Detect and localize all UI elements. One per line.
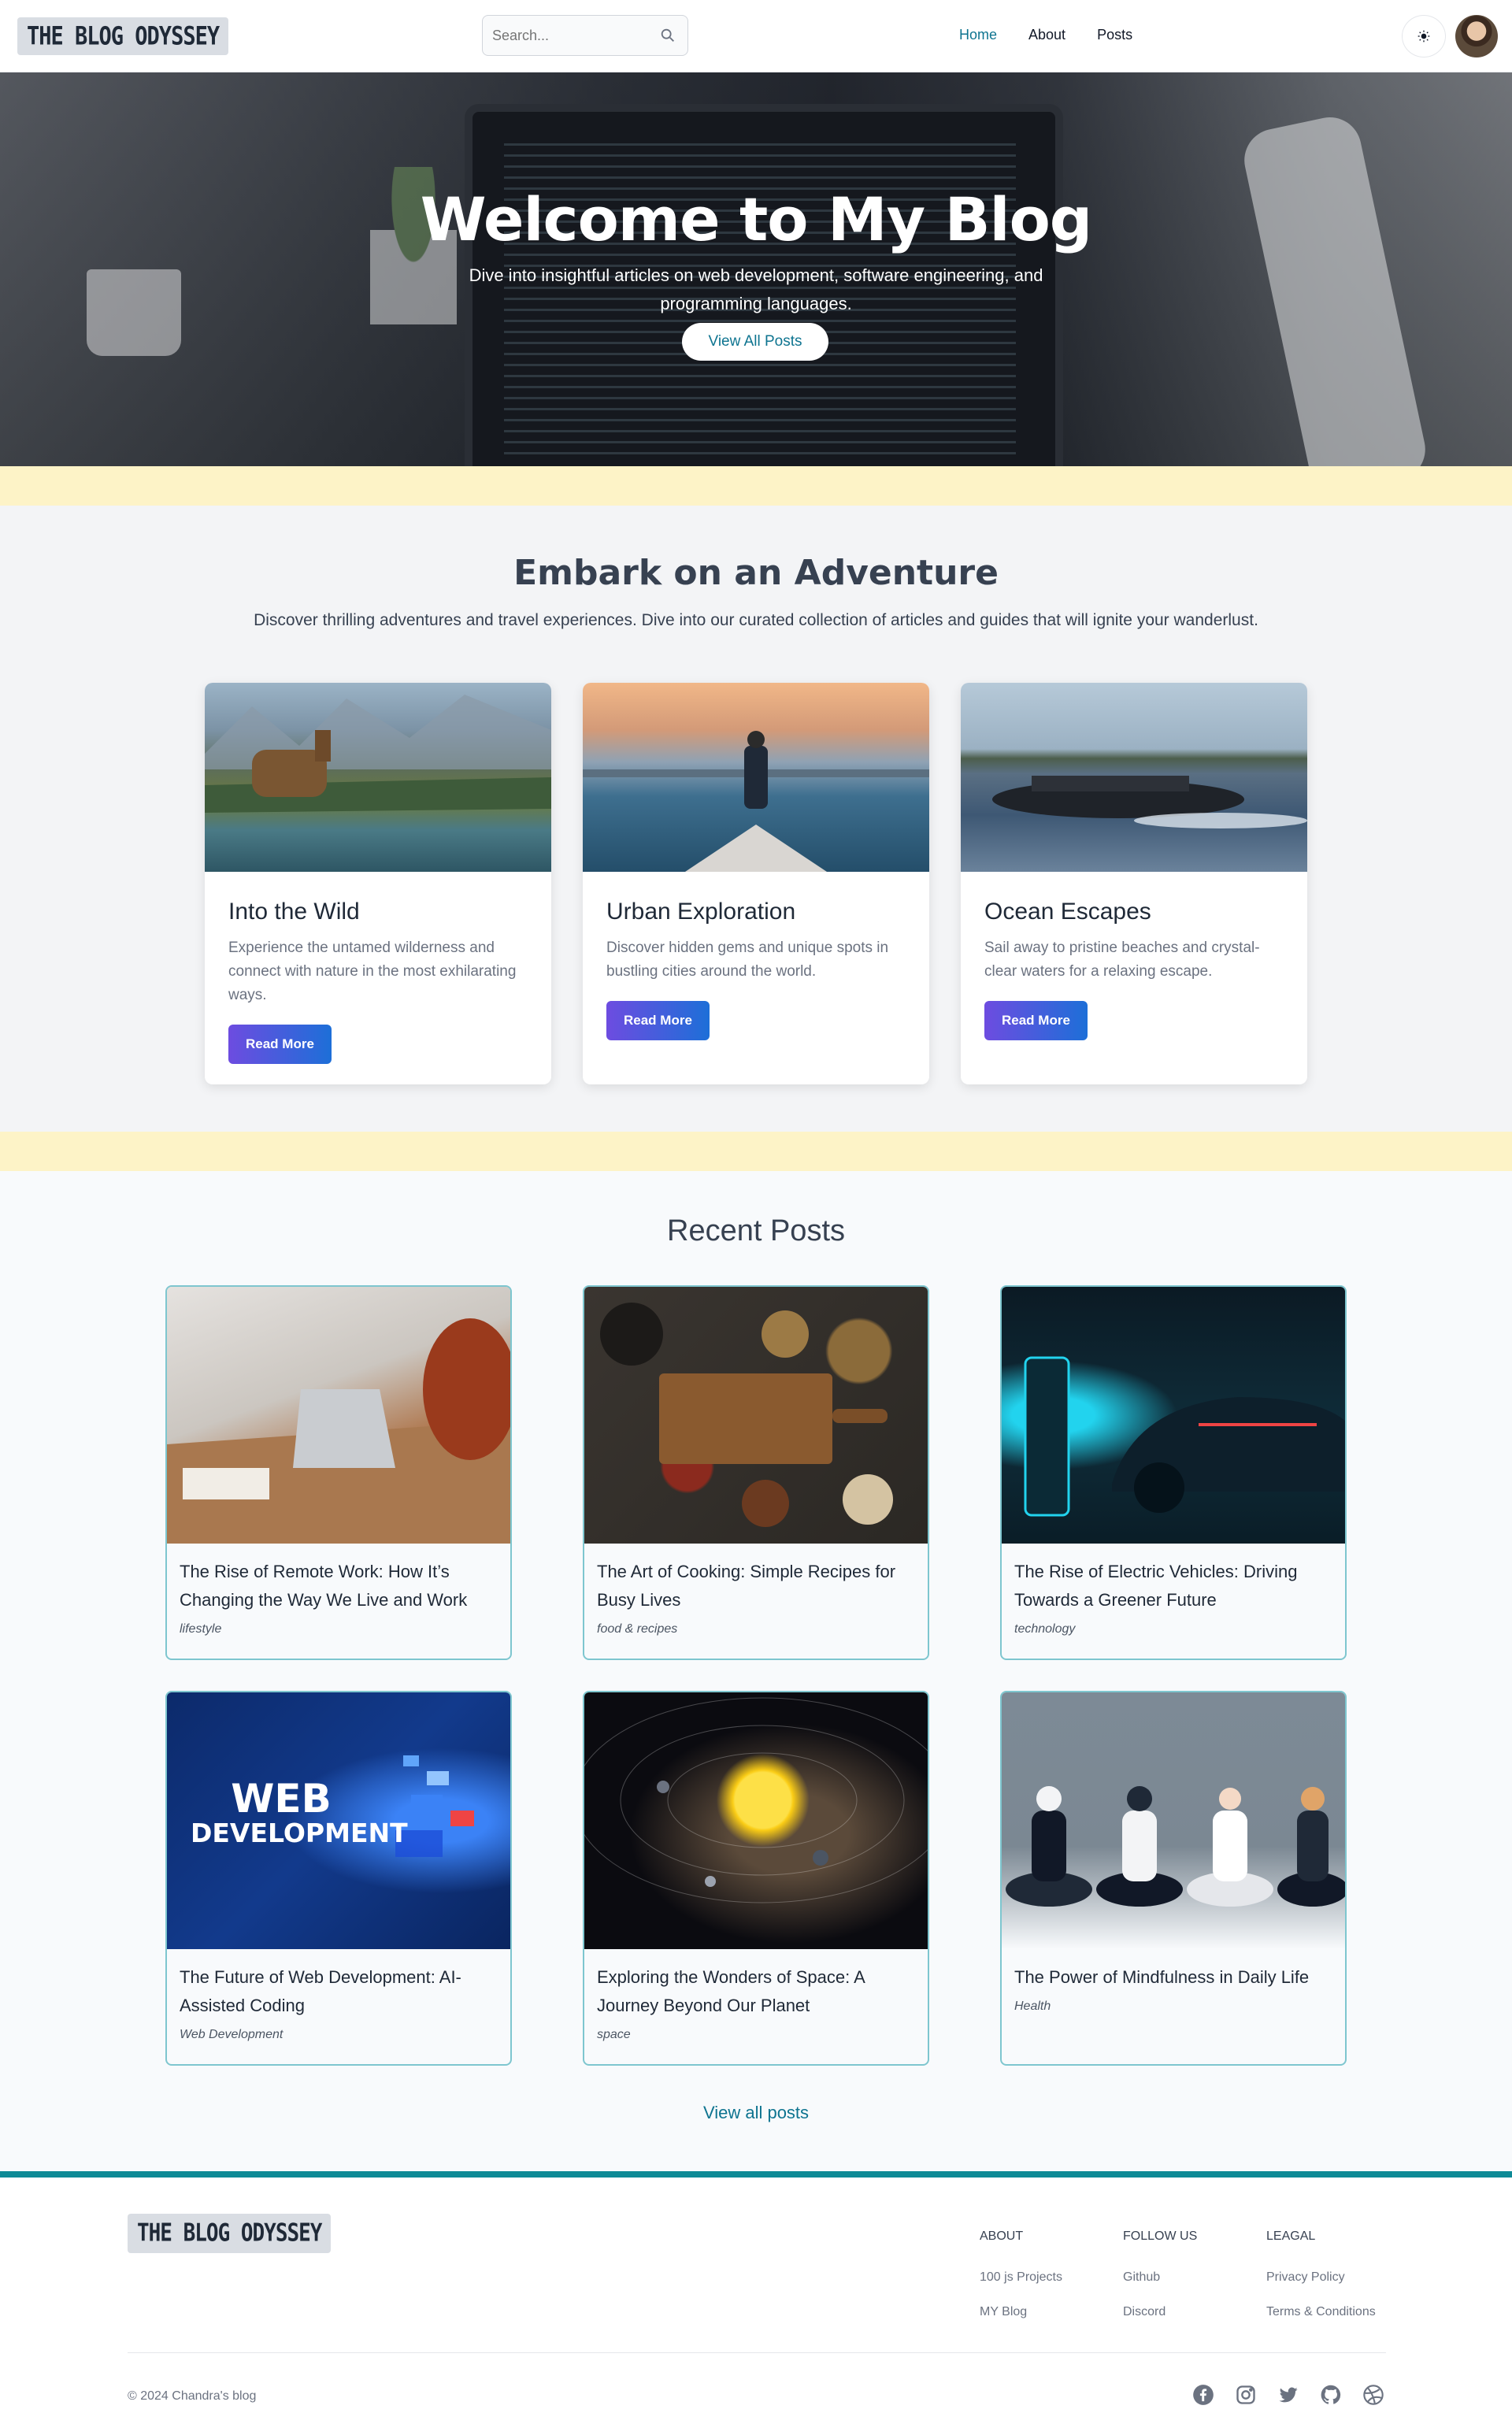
- view-all-posts-button[interactable]: View All Posts: [682, 323, 828, 361]
- nav-links: Home About Posts: [959, 27, 1132, 43]
- footer-column-follow: FOLLOW US Github Discord: [1123, 2229, 1197, 2340]
- footer-column-heading: LEAGAL: [1266, 2229, 1316, 2243]
- recent-posts-section: Recent Posts The Rise of Remote Work: Ho…: [0, 1171, 1512, 2178]
- github-icon[interactable]: [1320, 2384, 1342, 2406]
- footer-link[interactable]: Privacy Policy: [1266, 2270, 1376, 2285]
- card-title: Into the Wild: [228, 899, 360, 925]
- card-text: Discover hidden gems and unique spots in…: [606, 940, 889, 980]
- hero-bg-mug: [87, 269, 181, 356]
- footer-logo[interactable]: THE BLOG ODYSSEY: [128, 2214, 332, 2253]
- footer-logo-text: THE BLOG ODYSSEY: [137, 2219, 322, 2248]
- post-category: space: [597, 2028, 631, 2041]
- card-title: Urban Exploration: [606, 899, 796, 925]
- recent-posts-title: Recent Posts: [667, 1214, 845, 1247]
- navbar: THE BLOG ODYSSEY Home About Posts: [0, 0, 1512, 72]
- footer-column-about: ABOUT 100 js Projects MY Blog: [980, 2229, 1062, 2340]
- post-title: The Future of Web Development: AI-Assist…: [180, 1967, 461, 2015]
- post-card[interactable]: WEB DEVELOPMENT The Future of Web Develo…: [165, 1691, 512, 2066]
- card-image-city: [583, 683, 929, 872]
- footer-link[interactable]: Terms & Conditions: [1266, 2305, 1376, 2319]
- card-text: Experience the untamed wilderness and co…: [228, 940, 517, 1003]
- divider-band: [0, 466, 1512, 506]
- footer-link[interactable]: MY Blog: [980, 2305, 1062, 2319]
- post-category: Health: [1014, 2000, 1051, 2013]
- post-card[interactable]: The Power of Mindfulness in Daily Life H…: [1000, 1691, 1347, 2066]
- card-title: Ocean Escapes: [984, 899, 1151, 925]
- post-card[interactable]: The Rise of Remote Work: How It’s Changi…: [165, 1285, 512, 1660]
- post-image-space: [584, 1692, 928, 1949]
- post-category: Web Development: [180, 2028, 284, 2041]
- post-image-electric-vehicle: [1002, 1287, 1345, 1544]
- post-title: The Rise of Electric Vehicles: Driving T…: [1014, 1562, 1298, 1610]
- card-image-boat: [961, 683, 1307, 872]
- nav-link-posts[interactable]: Posts: [1097, 27, 1132, 43]
- post-card[interactable]: The Art of Cooking: Simple Recipes for B…: [583, 1285, 929, 1660]
- twitter-icon[interactable]: [1277, 2384, 1299, 2406]
- footer: THE BLOG ODYSSEY ABOUT 100 js Projects M…: [0, 2171, 1512, 2424]
- nav-link-about[interactable]: About: [1028, 27, 1065, 43]
- post-image-mindfulness: [1002, 1692, 1345, 1949]
- hero-bg-rack: [1238, 111, 1432, 466]
- copyright-text: © 2024 Chandra's blog: [128, 2389, 257, 2403]
- web-dev-text-line2: DEVELOPMENT: [191, 1818, 408, 1848]
- logo-text: THE BLOG ODYSSEY: [27, 21, 220, 51]
- user-avatar[interactable]: [1455, 15, 1498, 57]
- post-image-remote-work: [167, 1287, 510, 1544]
- footer-divider: [128, 2352, 1386, 2353]
- instagram-icon[interactable]: [1235, 2384, 1257, 2406]
- post-title: The Rise of Remote Work: How It’s Changi…: [180, 1562, 468, 1610]
- footer-link[interactable]: Github: [1123, 2270, 1197, 2285]
- footer-column-heading: FOLLOW US: [1123, 2229, 1198, 2243]
- adventure-lead: Discover thrilling adventures and travel…: [254, 611, 1258, 629]
- card-image-deer: [205, 683, 551, 872]
- post-category: lifestyle: [180, 1622, 222, 1636]
- divider-band: [0, 1132, 1512, 1171]
- footer-column-heading: ABOUT: [980, 2229, 1024, 2243]
- post-category: technology: [1014, 1622, 1076, 1636]
- web-dev-image-text: WEB DEVELOPMENT: [191, 1776, 408, 1848]
- post-title: Exploring the Wonders of Space: A Journe…: [597, 1967, 865, 2015]
- search-input[interactable]: [492, 16, 650, 55]
- theme-toggle-button[interactable]: [1402, 15, 1446, 57]
- footer-link[interactable]: Discord: [1123, 2305, 1197, 2319]
- post-image-web-development: WEB DEVELOPMENT: [167, 1692, 510, 1949]
- adventure-card: Into the Wild Experience the untamed wil…: [205, 683, 551, 1084]
- post-title: The Power of Mindfulness in Daily Life: [1014, 1967, 1310, 1987]
- adventure-title: Embark on an Adventure: [513, 553, 999, 593]
- footer-column-legal: LEAGAL Privacy Policy Terms & Conditions: [1266, 2229, 1376, 2340]
- post-image-cooking: [584, 1287, 928, 1544]
- hero-subtitle: Dive into insightful articles on web dev…: [469, 265, 1043, 313]
- read-more-button[interactable]: Read More: [606, 1001, 710, 1040]
- view-all-posts-link[interactable]: View all posts: [0, 2103, 1512, 2123]
- hero-banner: Welcome to My Blog Dive into insightful …: [0, 72, 1512, 466]
- web-dev-text-line1: WEB: [231, 1776, 332, 1822]
- sun-icon: [1418, 30, 1430, 43]
- read-more-button[interactable]: Read More: [984, 1001, 1088, 1040]
- post-card[interactable]: The Rise of Electric Vehicles: Driving T…: [1000, 1285, 1347, 1660]
- footer-link[interactable]: 100 js Projects: [980, 2270, 1062, 2285]
- adventure-card: Urban Exploration Discover hidden gems a…: [583, 683, 929, 1084]
- adventure-section: Embark on an Adventure Discover thrillin…: [0, 506, 1512, 1132]
- dribbble-icon[interactable]: [1362, 2384, 1384, 2406]
- adventure-card: Ocean Escapes Sail away to pristine beac…: [961, 683, 1307, 1084]
- post-category: food & recipes: [597, 1622, 678, 1636]
- post-title: The Art of Cooking: Simple Recipes for B…: [597, 1562, 896, 1610]
- read-more-button[interactable]: Read More: [228, 1025, 332, 1064]
- site-logo[interactable]: THE BLOG ODYSSEY: [17, 17, 229, 55]
- nav-link-home[interactable]: Home: [959, 27, 997, 43]
- post-card[interactable]: Exploring the Wonders of Space: A Journe…: [583, 1691, 929, 2066]
- search-icon[interactable]: [659, 27, 676, 44]
- card-text: Sail away to pristine beaches and crysta…: [984, 940, 1260, 980]
- hero-title: Welcome to My Blog: [420, 184, 1092, 254]
- search-box: [482, 15, 688, 56]
- facebook-icon[interactable]: [1192, 2384, 1214, 2406]
